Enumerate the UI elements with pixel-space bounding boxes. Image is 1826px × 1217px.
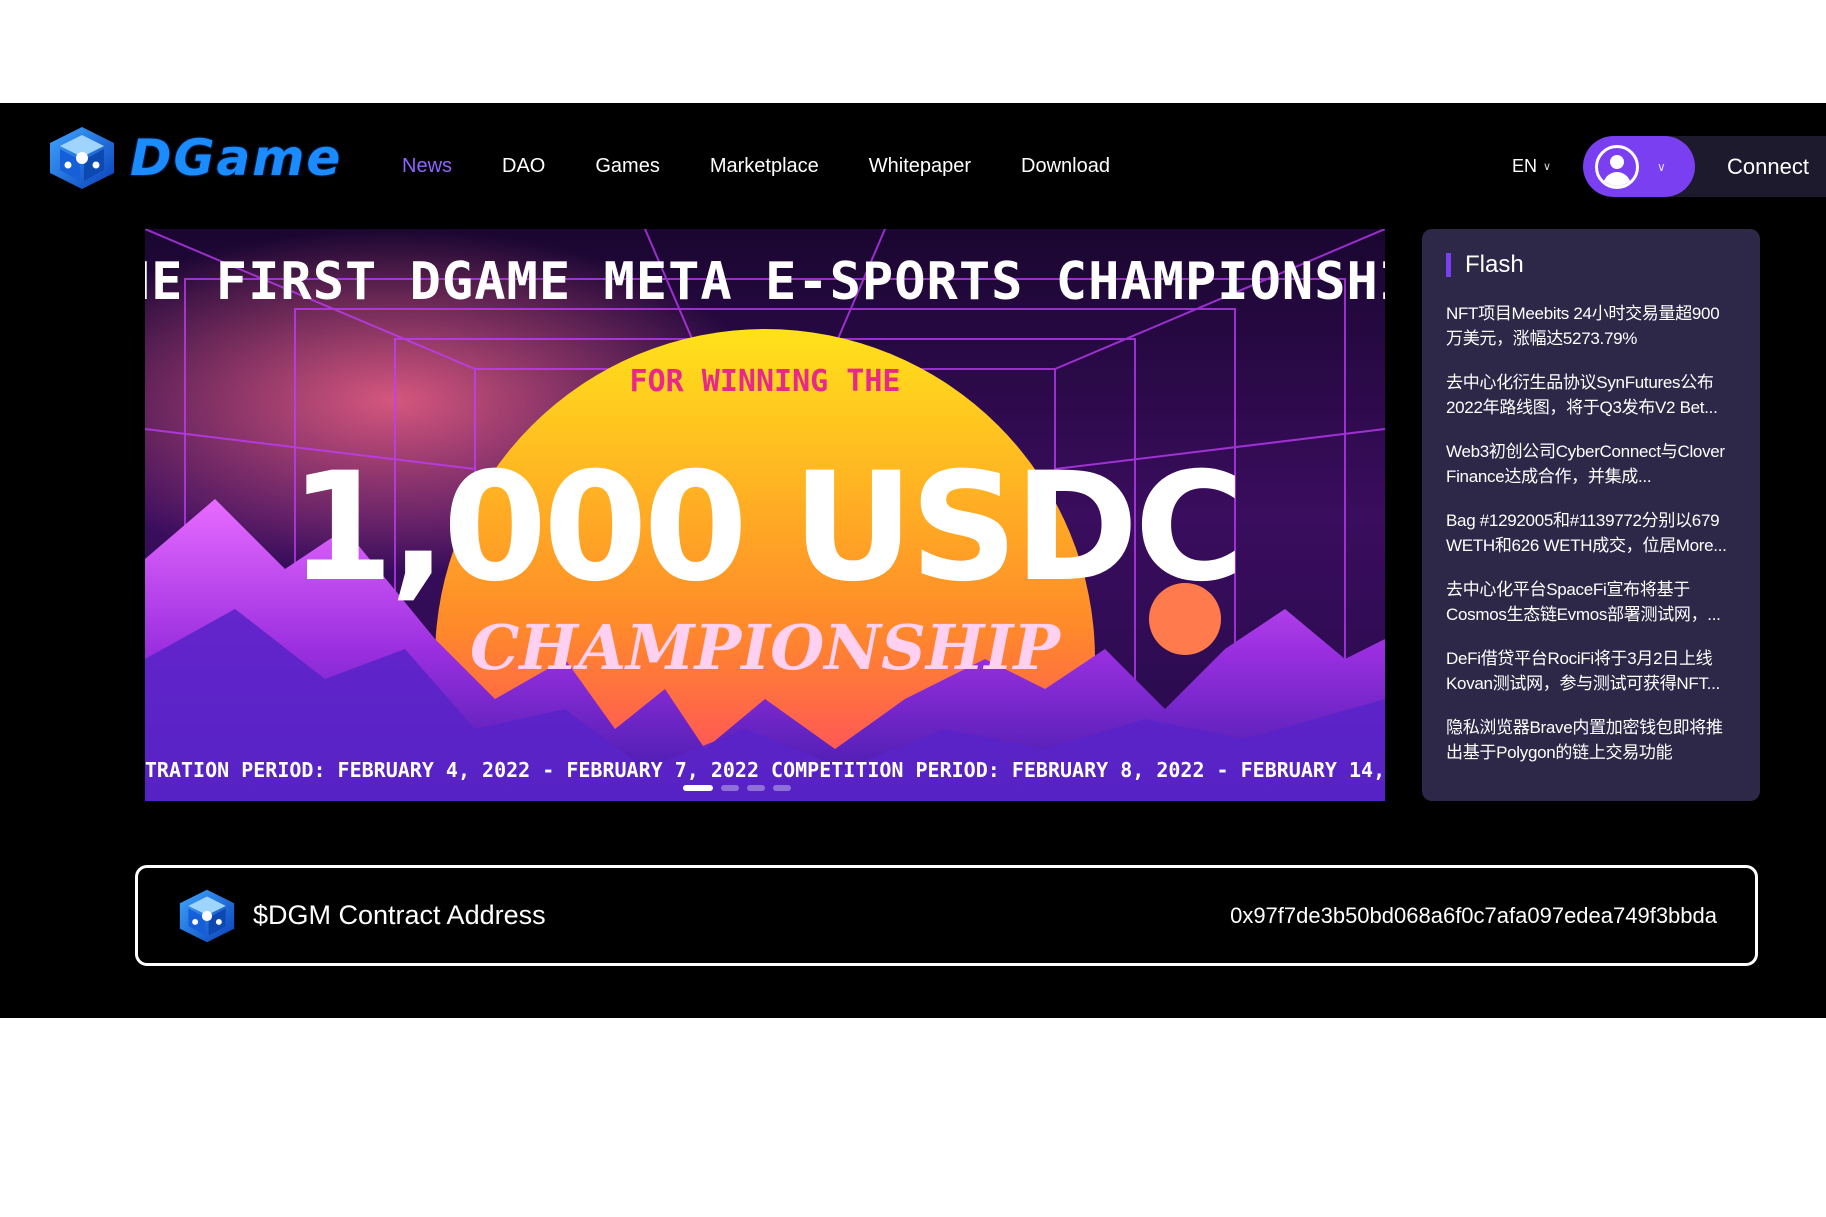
nav-item-download[interactable]: Download <box>1021 155 1110 178</box>
brand-logo[interactable]: DGame <box>46 125 342 191</box>
site-frame: DGame News DAO Games Marketplace Whitepa… <box>0 103 1826 1018</box>
carousel-dot[interactable] <box>721 785 739 791</box>
cube-logo-icon <box>179 889 235 942</box>
nav-item-dao[interactable]: DAO <box>502 155 545 178</box>
hero-banner[interactable]: THE FIRST DGAME META E-SPORTS CHAMPIONSH… <box>145 229 1385 801</box>
carousel-dot[interactable] <box>683 785 713 791</box>
flash-item[interactable]: Web3初创公司CyberConnect与Clover Finance达成合作，… <box>1446 439 1736 489</box>
chevron-down-icon: ∨ <box>1657 159 1666 174</box>
account-menu-button[interactable]: ∨ <box>1583 136 1695 197</box>
main-nav: News DAO Games Marketplace Whitepaper Do… <box>402 155 1160 178</box>
carousel-indicators <box>683 785 791 791</box>
language-label: EN <box>1512 156 1538 176</box>
flash-item[interactable]: 去中心化衍生品协议SynFutures公布2022年路线图，将于Q3发布V2 B… <box>1446 370 1736 420</box>
site-header: DGame News DAO Games Marketplace Whitepa… <box>0 103 1826 233</box>
flash-item[interactable]: 去中心化平台SpaceFi宣布将基于Cosmos生态链Evmos部署测试网，..… <box>1446 577 1736 627</box>
carousel-dot[interactable] <box>747 785 765 791</box>
nav-item-news[interactable]: News <box>402 155 452 178</box>
contract-label: $DGM Contract Address <box>253 900 546 930</box>
contract-address-value[interactable]: 0x97f7de3b50bd068a6f0c7afa097edea749f3bb… <box>1230 903 1717 929</box>
connect-label: Connect <box>1727 153 1809 179</box>
flash-news-panel: Flash NFT项目Meebits 24小时交易量超900万美元，涨幅达527… <box>1422 229 1760 801</box>
user-avatar-icon <box>1595 144 1639 189</box>
flash-item[interactable]: NFT项目Meebits 24小时交易量超900万美元，涨幅达5273.79% <box>1446 301 1736 351</box>
banner-artwork: THE FIRST DGAME META E-SPORTS CHAMPIONSH… <box>145 229 1385 801</box>
flash-item[interactable]: DeFi借贷平台RociFi将于3月2日上线Kovan测试网，参与测试可获得NF… <box>1446 646 1736 696</box>
cube-logo-icon <box>50 127 114 189</box>
top-whitespace <box>0 0 1826 103</box>
nav-item-games[interactable]: Games <box>595 155 659 178</box>
bottom-whitespace <box>0 1018 1826 1217</box>
carousel-dot[interactable] <box>773 785 791 791</box>
banner-subline: FOR WINNING THE <box>630 364 901 399</box>
banner-footer: REGISTRATION PERIOD: FEBRUARY 4, 2022 - … <box>145 758 1385 782</box>
chevron-down-icon: ∨ <box>1543 161 1552 173</box>
nav-item-whitepaper[interactable]: Whitepaper <box>869 155 971 178</box>
nav-item-marketplace[interactable]: Marketplace <box>710 155 819 178</box>
contract-address-box: $DGM Contract Address 0x97f7de3b50bd068a… <box>135 865 1758 966</box>
flash-item[interactable]: 隐私浏览器Brave内置加密钱包即将推出基于Polygon的链上交易功能 <box>1446 715 1736 765</box>
flash-title-text: Flash <box>1465 251 1524 278</box>
flash-item[interactable]: Bag #1292005和#1139772分别以679 WETH和626 WET… <box>1446 508 1736 558</box>
title-accent-bar <box>1446 253 1451 277</box>
language-selector[interactable]: EN ∨ <box>1512 156 1551 177</box>
banner-prize: 1,000 USDC <box>289 441 1240 615</box>
brand-name: DGame <box>130 129 343 187</box>
banner-headline: THE FIRST DGAME META E-SPORTS CHAMPIONSH… <box>145 252 1385 312</box>
flash-title: Flash <box>1446 251 1736 279</box>
banner-script: CHAMPIONSHIP <box>470 611 1062 684</box>
